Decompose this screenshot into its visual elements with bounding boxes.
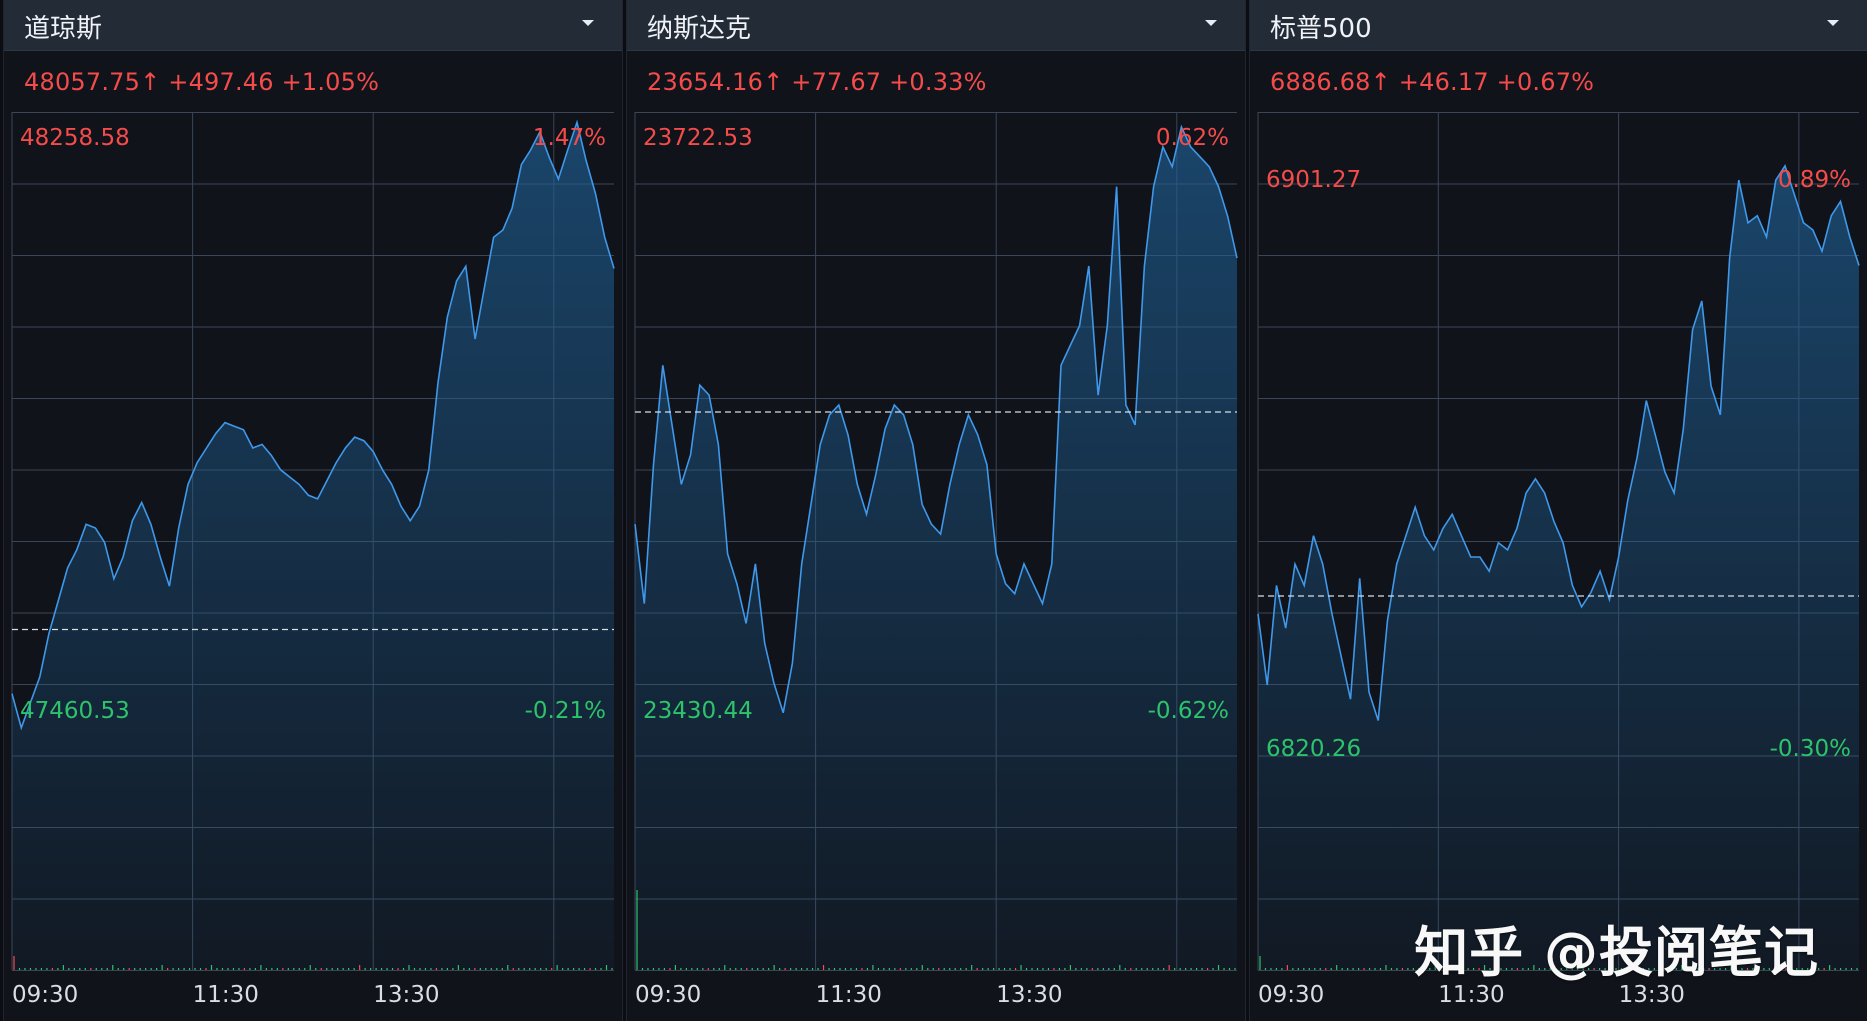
low-price-label: 6820.26	[1266, 736, 1361, 762]
time-axis-label: 09:30	[1258, 982, 1324, 1008]
nasdaq-title: 纳斯达克	[647, 14, 752, 44]
nasdaq-chart: 23722.53 0.62% 23430.44 -0.62% 09:30 11:30 13:…	[634, 112, 1238, 1008]
high-percent-label: 0.89%	[1778, 167, 1851, 193]
chevron-down-icon[interactable]	[1823, 13, 1843, 33]
sp500-header: 标普500	[1250, 0, 1867, 51]
time-axis-label: 11:30	[816, 982, 882, 1008]
sp500-panel: 标普500 6886.68↑ +46.17 +0.67% 6901.27 0.89…	[1249, 0, 1867, 1021]
dow-jones-title: 道琼斯	[24, 14, 103, 44]
intraday-area-fill	[1258, 165, 1859, 970]
nasdaq-quote: 23654.16↑ +77.67 +0.33%	[647, 68, 987, 96]
time-axis-label: 09:30	[12, 982, 78, 1008]
low-price-label: 47460.53	[20, 698, 130, 724]
sp500-quote: 6886.68↑ +46.17 +0.67%	[1270, 68, 1595, 96]
high-price-label: 48258.58	[20, 125, 130, 151]
time-axis-label: 11:30	[193, 982, 259, 1008]
low-percent-label: -0.62%	[1148, 698, 1229, 724]
dow-jones-panel: 道琼斯 48057.75↑ +497.46 +1.05% 48258.58 1.4…	[3, 0, 623, 1021]
chevron-down-icon[interactable]	[578, 13, 598, 33]
chevron-down-icon[interactable]	[1201, 13, 1221, 33]
high-percent-label: 0.62%	[1156, 125, 1229, 151]
sp500-chart: 6901.27 0.89%6820.26 -0.30%09:30 11:30 13:30	[1257, 112, 1860, 1008]
dow-jones-quote: 48057.75↑ +497.46 +1.05%	[24, 68, 380, 96]
time-axis-label: 13:30	[996, 982, 1062, 1008]
nasdaq-header: 纳斯达克	[627, 0, 1245, 51]
low-price-label: 23430.44	[643, 698, 753, 724]
dow-jones-chart: 48258.58 1.47% 47460.53 -0.21% 09:30 11:30 13:…	[11, 112, 615, 1008]
nasdaq-panel: 纳斯达克 23654.16↑ +77.67 +0.33% 23722.53 0.6…	[626, 0, 1246, 1021]
watermark-text: 知乎 @投阅笔记	[1414, 921, 1819, 984]
low-percent-label: -0.21%	[525, 698, 606, 724]
intraday-area-fill	[12, 122, 614, 970]
high-price-label: 6901.27	[1266, 167, 1361, 193]
intraday-area-fill	[635, 127, 1237, 970]
low-percent-label: -0.30%	[1770, 736, 1851, 762]
time-axis-label: 09:30	[635, 982, 701, 1008]
time-axis-label: 13:30	[373, 982, 439, 1008]
high-price-label: 23722.53	[643, 125, 753, 151]
high-percent-label: 1.47%	[533, 125, 606, 151]
sp500-title: 标普500	[1270, 14, 1372, 44]
dow-jones-header: 道琼斯	[4, 0, 622, 51]
